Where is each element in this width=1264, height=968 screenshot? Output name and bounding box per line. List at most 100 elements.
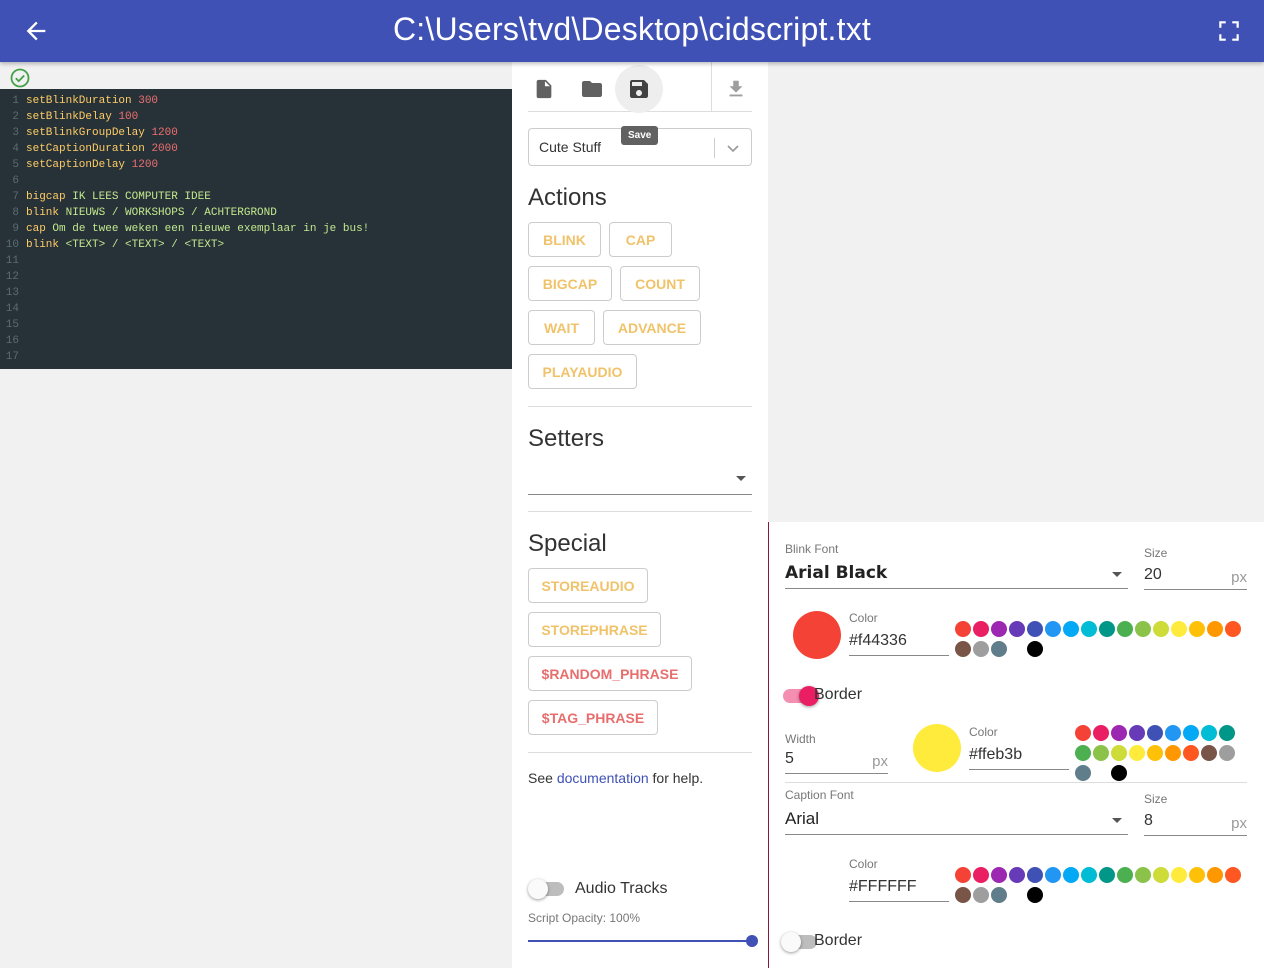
code-editor[interactable]: 1 setBlinkDuration 300 2 setBlinkDelay 100 3… [0,89,512,369]
palette-color-swatch[interactable] [1111,765,1127,781]
palette-color-swatch[interactable] [973,641,989,657]
palette-color-swatch[interactable] [991,641,1007,657]
border-width-input[interactable]: 5 px [785,746,888,774]
palette-color-swatch[interactable] [1219,725,1235,741]
palette-color-swatch[interactable] [1153,867,1169,883]
palette-color-swatch[interactable] [955,641,971,657]
setters-select[interactable] [528,461,752,495]
palette-color-swatch[interactable] [1099,621,1115,637]
palette-color-swatch[interactable] [1027,867,1043,883]
cap-button[interactable]: CAP [609,222,672,257]
palette-color-swatch[interactable] [1135,621,1151,637]
palette-color-swatch[interactable] [1201,745,1217,761]
palette-color-swatch[interactable] [1075,725,1091,741]
palette-color-swatch[interactable] [991,887,1007,903]
palette-color-swatch[interactable] [1117,621,1133,637]
palette-color-swatch[interactable] [1117,867,1133,883]
palette-color-swatch[interactable] [1147,745,1163,761]
blink-color-swatch[interactable] [793,611,841,659]
palette-color-swatch[interactable] [1189,621,1205,637]
download-button[interactable] [712,65,760,113]
palette-color-swatch[interactable] [1093,765,1109,781]
palette-color-swatch[interactable] [1009,887,1025,903]
caption-size-input[interactable]: 8 px [1144,808,1247,836]
blink-font-select[interactable]: Arial Black [785,563,1128,589]
playaudio-button[interactable]: PLAYAUDIO [528,354,637,389]
random-phrase-button[interactable]: $RANDOM_PHRASE [528,656,692,691]
palette-color-swatch[interactable] [1207,621,1223,637]
palette-color-swatch[interactable] [973,867,989,883]
palette-color-swatch[interactable] [991,867,1007,883]
documentation-link[interactable]: documentation [557,770,649,786]
palette-color-swatch[interactable] [1183,745,1199,761]
palette-color-swatch[interactable] [1147,725,1163,741]
palette-color-swatch[interactable] [1201,725,1217,741]
blink-color-input[interactable]: #f44336 [849,628,949,656]
palette-color-swatch[interactable] [1093,725,1109,741]
palette-color-swatch[interactable] [1075,765,1091,781]
advance-button[interactable]: ADVANCE [603,310,701,345]
palette-color-swatch[interactable] [955,887,971,903]
palette-color-swatch[interactable] [1075,745,1091,761]
tag-phrase-button[interactable]: $TAG_PHRASE [528,700,658,735]
audio-tracks-toggle[interactable] [528,879,564,899]
caption-color-input[interactable]: #FFFFFF [849,874,949,902]
wait-button[interactable]: WAIT [528,310,595,345]
palette-color-swatch[interactable] [1135,867,1151,883]
count-button[interactable]: COUNT [620,266,700,301]
save-button[interactable] [615,65,663,113]
palette-color-swatch[interactable] [1219,745,1235,761]
palette-color-swatch[interactable] [1093,745,1109,761]
caption-border-toggle[interactable] [781,932,817,952]
script-opacity-slider[interactable] [528,940,752,942]
palette-color-swatch[interactable] [1183,725,1199,741]
border-color-input[interactable]: #ffeb3b [969,742,1069,770]
palette-color-swatch[interactable] [1225,867,1241,883]
palette-color-swatch[interactable] [1027,887,1043,903]
blink-button[interactable]: BLINK [528,222,601,257]
caption-font-select[interactable]: Arial [785,809,1128,835]
actions-heading: Actions [528,184,607,211]
fullscreen-icon[interactable] [1216,18,1242,44]
border-color-swatch[interactable] [913,724,961,772]
storephrase-button[interactable]: STOREPHRASE [528,612,661,647]
palette-color-swatch[interactable] [1153,621,1169,637]
blink-border-toggle[interactable] [783,686,819,706]
palette-color-swatch[interactable] [1081,621,1097,637]
palette-color-swatch[interactable] [1027,621,1043,637]
palette-color-swatch[interactable] [991,621,1007,637]
blink-size-input[interactable]: 20 px [1144,562,1247,590]
palette-color-swatch[interactable] [1129,745,1145,761]
palette-color-swatch[interactable] [1009,867,1025,883]
palette-color-swatch[interactable] [1099,867,1115,883]
palette-color-swatch[interactable] [1111,745,1127,761]
palette-color-swatch[interactable] [1171,621,1187,637]
dropdown-arrow-icon [736,476,746,481]
palette-color-swatch[interactable] [1207,867,1223,883]
storeaudio-button[interactable]: STOREAUDIO [528,568,648,603]
new-file-button[interactable] [520,65,568,113]
palette-color-swatch[interactable] [1171,867,1187,883]
palette-color-swatch[interactable] [955,621,971,637]
palette-color-swatch[interactable] [1165,725,1181,741]
palette-color-swatch[interactable] [1165,745,1181,761]
palette-color-swatch[interactable] [973,887,989,903]
bigcap-button[interactable]: BIGCAP [528,266,612,301]
palette-color-swatch[interactable] [1063,621,1079,637]
palette-color-swatch[interactable] [1045,621,1061,637]
slider-thumb[interactable] [746,935,758,947]
open-folder-button[interactable] [568,65,616,113]
palette-color-swatch[interactable] [1111,725,1127,741]
palette-color-swatch[interactable] [1027,641,1043,657]
palette-color-swatch[interactable] [1063,867,1079,883]
palette-color-swatch[interactable] [955,867,971,883]
palette-color-swatch[interactable] [1129,725,1145,741]
palette-color-swatch[interactable] [1009,621,1025,637]
palette-color-swatch[interactable] [1045,867,1061,883]
palette-color-swatch[interactable] [1189,867,1205,883]
palette-color-swatch[interactable] [1009,641,1025,657]
palette-color-swatch[interactable] [1081,867,1097,883]
palette-color-swatch[interactable] [1225,621,1241,637]
line-number: 13 [5,287,19,299]
palette-color-swatch[interactable] [973,621,989,637]
